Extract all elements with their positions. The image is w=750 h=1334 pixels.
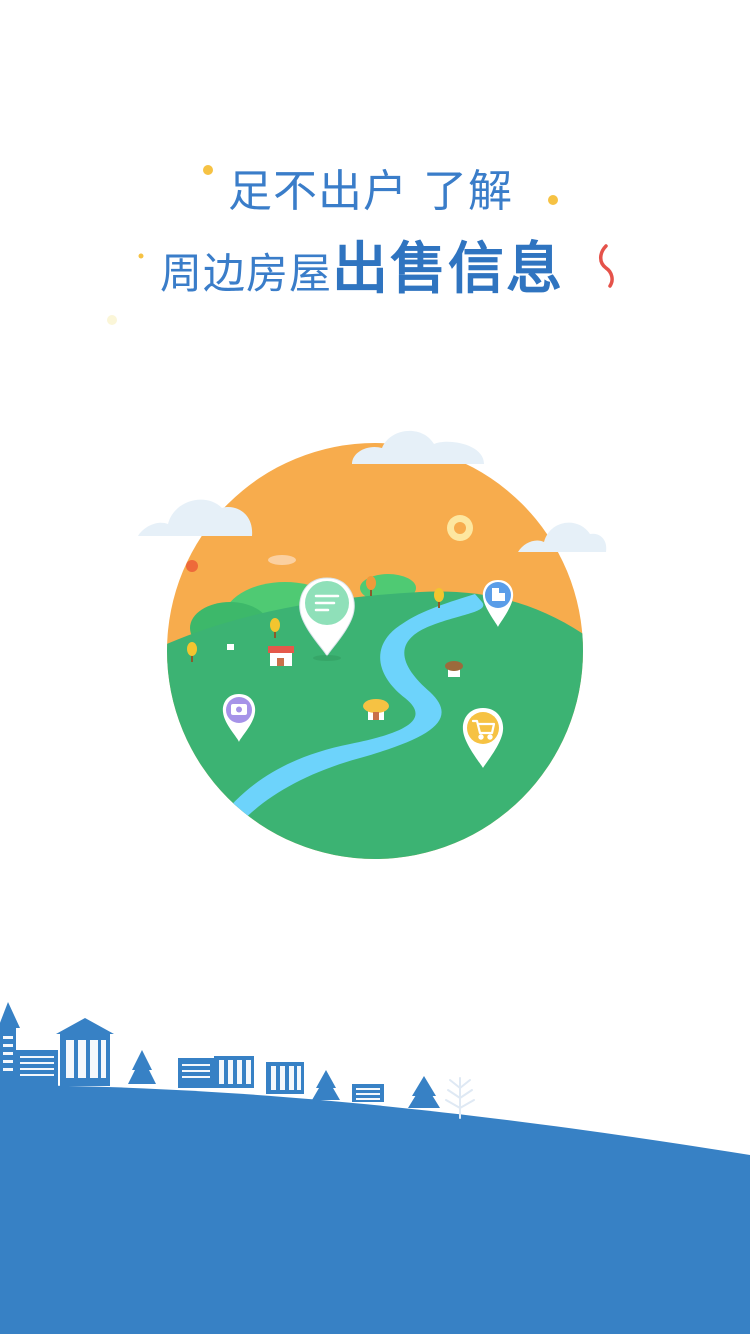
- globe-illustration: [130, 400, 620, 870]
- headline-line-2-bold: 出售信息: [332, 237, 565, 302]
- pine-tree-icon: [312, 1070, 340, 1100]
- decor-dot: [203, 165, 213, 175]
- decor-dot: [138, 253, 144, 259]
- globe: [167, 443, 583, 859]
- headline-line-2-light: 周边房屋: [160, 249, 333, 298]
- small-cloud-icon: [268, 555, 296, 565]
- building-icon: [178, 1058, 214, 1088]
- decor-dot: [548, 195, 558, 205]
- bare-tree-icon: [445, 1077, 475, 1119]
- splash-screen: 足不出户 了解 周边房屋出售信息: [0, 0, 750, 1334]
- skyline-svg: [0, 1002, 750, 1334]
- grass-ground: [167, 591, 583, 859]
- camera-icon: [231, 704, 247, 715]
- cloud-icon: [352, 430, 484, 464]
- city-skyline-footer: [0, 990, 750, 1334]
- decor-dot: [107, 315, 117, 325]
- headline-line-2: 周边房屋出售信息: [160, 238, 564, 315]
- globe-svg: [138, 430, 607, 859]
- bird-icon: [186, 560, 198, 572]
- headline-line-1: 足不出户 了解: [228, 166, 513, 217]
- house-icon: [268, 646, 294, 666]
- pine-tree-icon: [408, 1076, 440, 1108]
- pine-tree-icon: [128, 1050, 156, 1084]
- ribbon-icon: [599, 244, 614, 288]
- tiny-house-icon: [227, 644, 234, 650]
- ground: [0, 1085, 750, 1334]
